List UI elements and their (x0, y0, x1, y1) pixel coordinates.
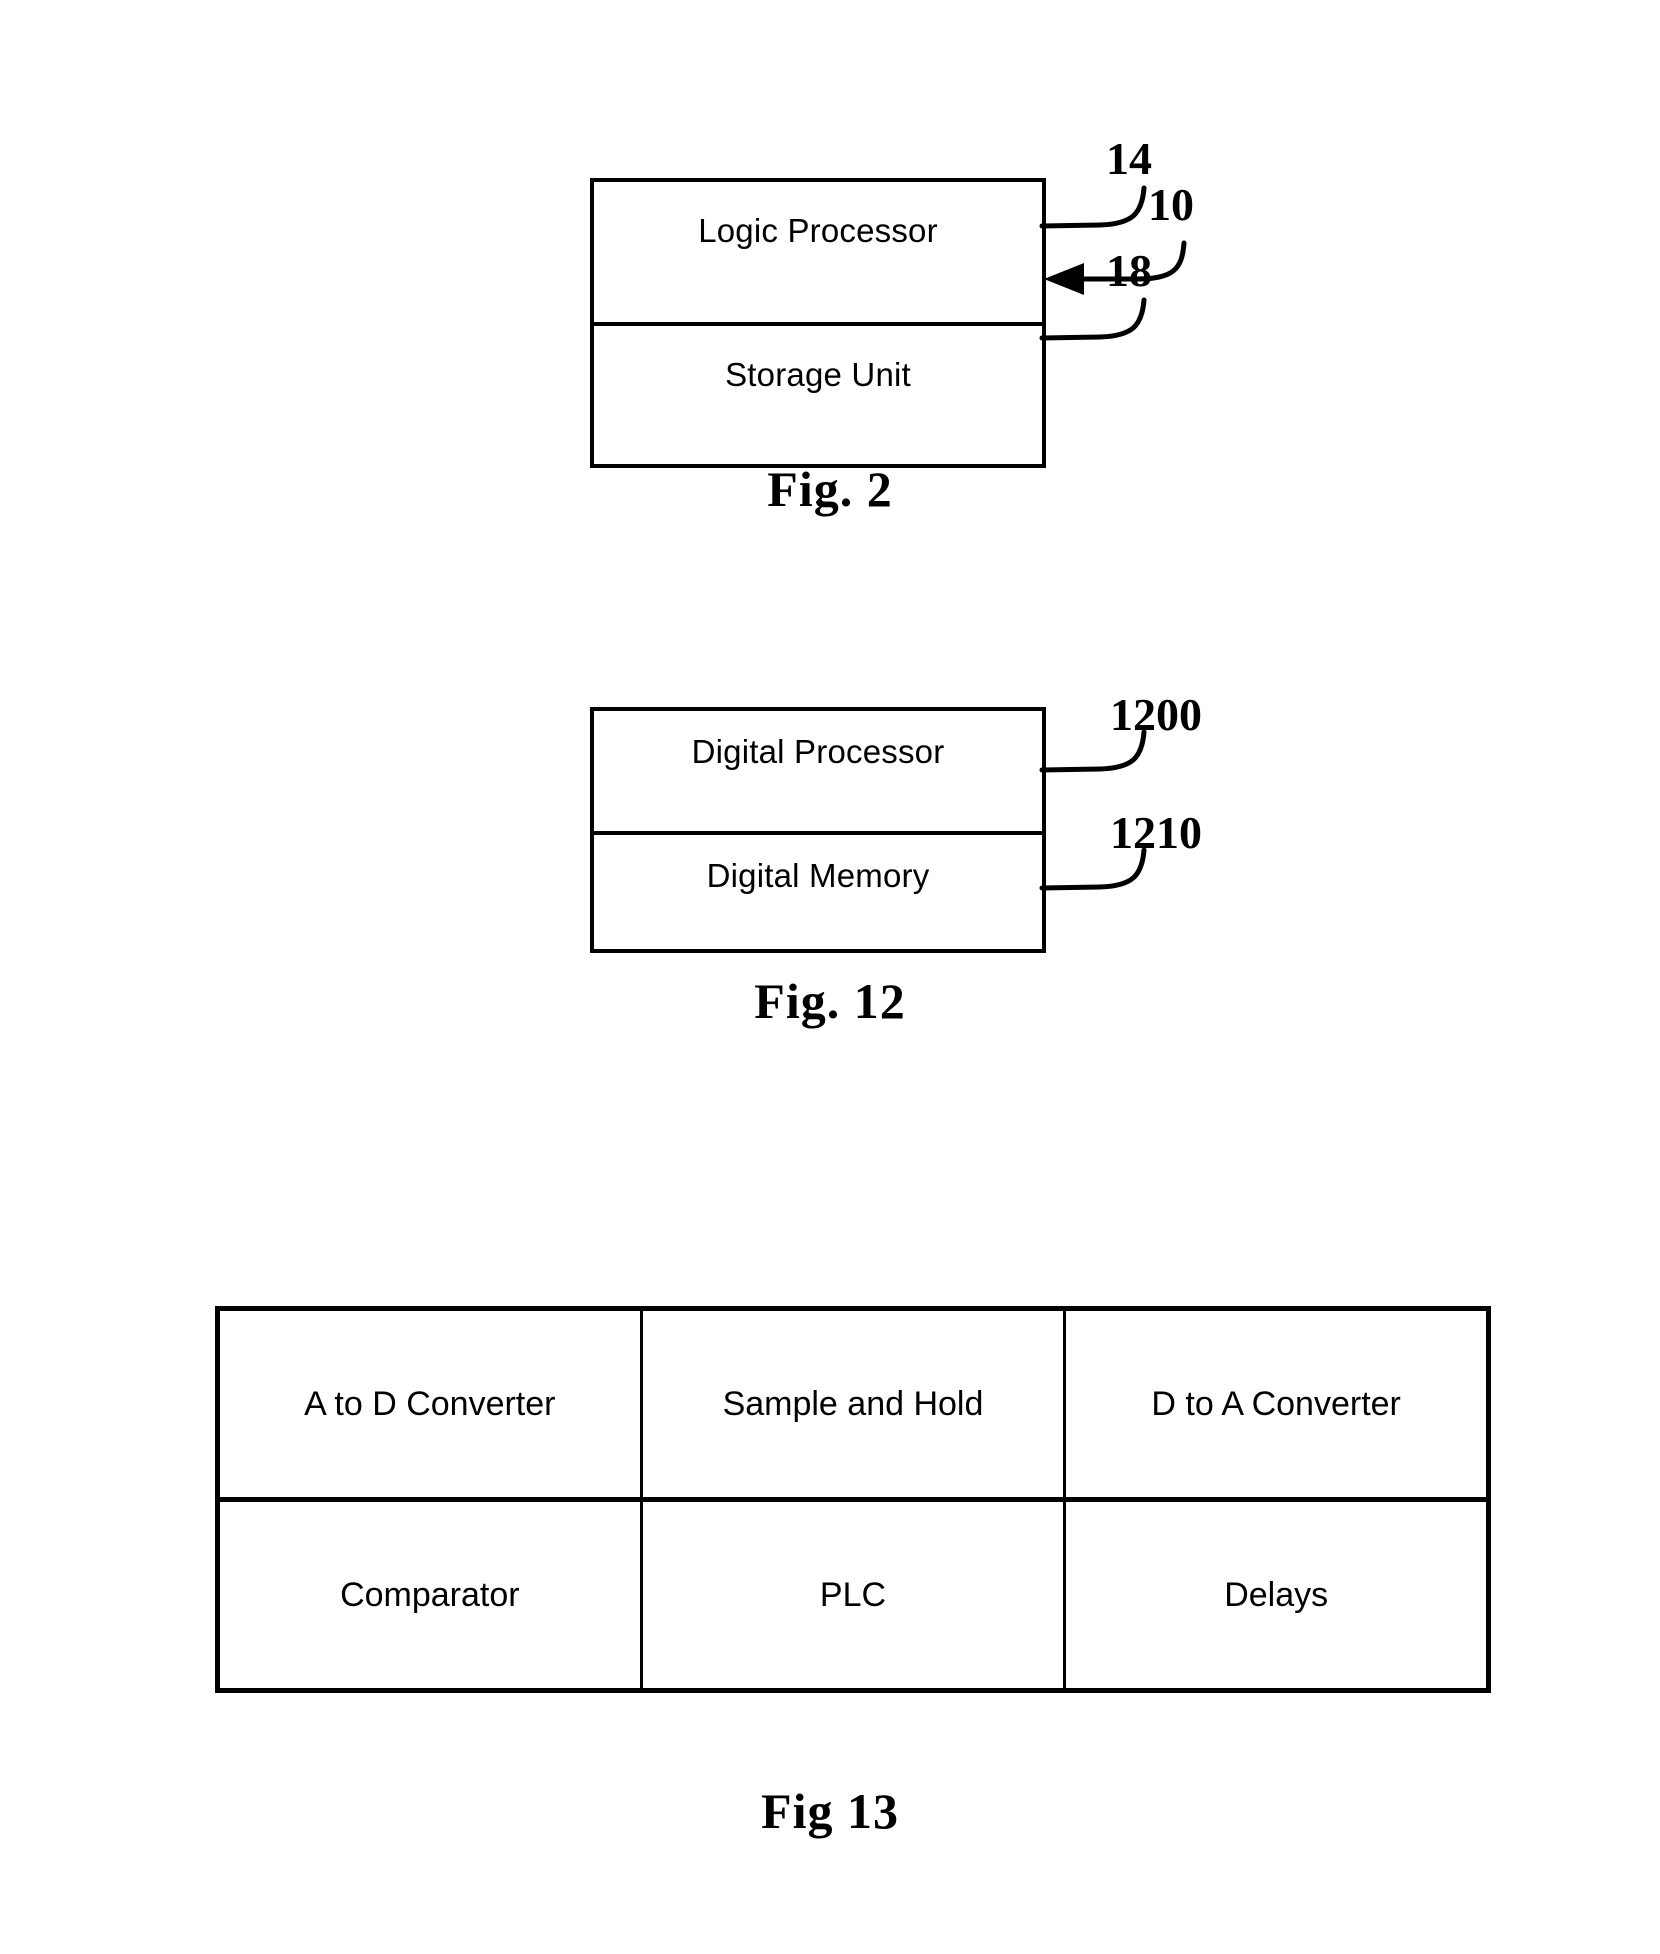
fig-2-block-label-storage-unit: Storage Unit (725, 356, 911, 393)
fig-2-cell-logic-processor: Logic Processor (594, 182, 1042, 322)
patent-figure-sheet: Logic Processor Storage Unit 14 10 18 Fi… (0, 0, 1660, 1954)
fig-13-cell-comparator: Comparator (215, 1497, 643, 1693)
fig-2-block-label-logic-processor: Logic Processor (698, 212, 938, 249)
fig-12-block-label-digital-processor: Digital Processor (691, 733, 945, 770)
fig-13-caption: Fig 13 (761, 1783, 899, 1839)
fig-2-reference-number-10: 10 (1148, 179, 1194, 230)
fig-12-block-label-digital-memory: Digital Memory (706, 857, 930, 894)
fig-13-cell-plc: PLC (639, 1497, 1067, 1693)
fig-12-cell-digital-processor: Digital Processor (594, 711, 1042, 831)
fig-12-cell-digital-memory: Digital Memory (594, 831, 1042, 949)
fig-13-cell-sample-and-hold: Sample and Hold (639, 1306, 1067, 1501)
fig-13-cell-delays: Delays (1063, 1497, 1491, 1693)
fig-2-reference-number-14: 14 (1106, 133, 1152, 184)
fig-13-component-table: A to D Converter Sample and Hold D to A … (215, 1306, 1491, 1693)
fig-12-reference-number-1210: 1210 (1110, 807, 1202, 858)
fig-2-caption: Fig. 2 (767, 461, 893, 517)
fig-13-cell-a-to-d-converter: A to D Converter (215, 1306, 643, 1501)
fig-13-cell-d-to-a-converter: D to A Converter (1063, 1306, 1491, 1501)
fig-2-reference-number-18: 18 (1106, 245, 1152, 296)
fig-12-reference-number-1200: 1200 (1110, 689, 1202, 740)
fig-12-caption: Fig. 12 (754, 973, 906, 1029)
fig-2-cell-storage-unit: Storage Unit (594, 322, 1042, 464)
fig-13-table-row: A to D Converter Sample and Hold D to A … (215, 1306, 1491, 1501)
fig-12-block-diagram: Digital Processor Digital Memory (590, 707, 1046, 953)
fig-2-block-diagram: Logic Processor Storage Unit (590, 178, 1046, 468)
fig-13-table-row: Comparator PLC Delays (215, 1497, 1491, 1693)
